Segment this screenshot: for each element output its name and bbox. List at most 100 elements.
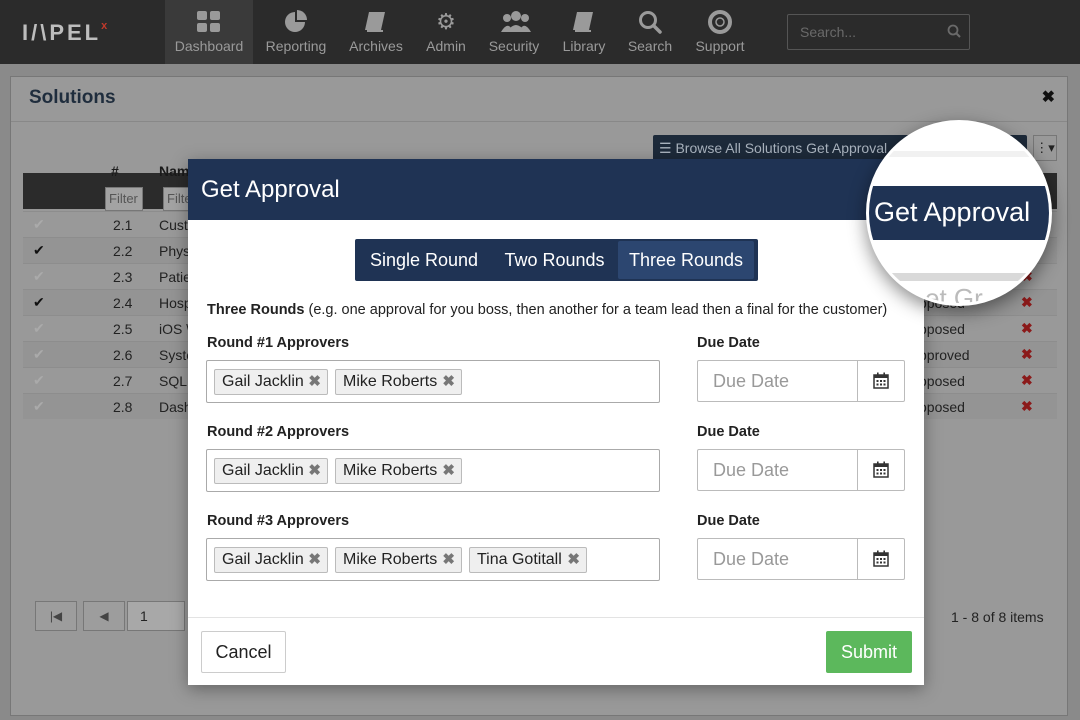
approver-tag: Mike Roberts ✖ (335, 547, 462, 573)
first-page-button[interactable]: |◀ (35, 601, 77, 631)
approver-name: Gail Jacklin (222, 373, 304, 390)
delete-icon[interactable]: ✖ (1021, 320, 1033, 337)
search-input[interactable] (788, 15, 938, 49)
book-icon (571, 10, 597, 34)
checkmark-faint-icon[interactable]: ✔ (33, 372, 45, 389)
due-date-input[interactable] (698, 361, 858, 401)
book-icon (363, 10, 389, 34)
checkmark-faint-icon[interactable]: ✔ (33, 398, 45, 415)
magnifier-grey-band (869, 273, 1049, 281)
approver-tag: Mike Roberts ✖ (335, 458, 462, 484)
approver-name: Mike Roberts (343, 462, 438, 479)
nav-label: Search (627, 38, 673, 54)
remove-icon[interactable]: ✖ (308, 459, 321, 483)
search-icon[interactable] (947, 24, 961, 41)
rounds-toggle: Single Round Two Rounds Three Rounds (355, 239, 758, 281)
column-header-number[interactable]: # (111, 163, 119, 179)
approvers-input[interactable]: Gail Jacklin ✖ Mike Roberts ✖ (206, 360, 660, 403)
approver-tag: Gail Jacklin ✖ (214, 369, 328, 395)
row-status: oposed (919, 321, 965, 337)
modal-header: Get Approval (188, 159, 924, 220)
nav-label: Library (562, 38, 606, 54)
row-name: iOS \ (159, 321, 191, 337)
checkmark-faint-icon[interactable]: ✔ (33, 268, 45, 285)
modal-title: Get Approval (201, 176, 340, 203)
checkmark-icon[interactable]: ✔ (33, 242, 45, 259)
approver-name: Tina Gotitall (477, 551, 562, 568)
magnifier-text: Get Approval (874, 197, 1031, 227)
checkmark-faint-icon[interactable]: ✔ (33, 216, 45, 233)
submit-button[interactable]: Submit (826, 631, 912, 673)
nav-label: Support (695, 38, 745, 54)
top-navbar: I/\PELx Dashboard Reporting Archives ⚙ A… (0, 0, 1080, 64)
approver-tag: Gail Jacklin ✖ (214, 547, 328, 573)
due-date-label: Due Date (697, 424, 760, 440)
checkmark-icon[interactable]: ✔ (33, 294, 45, 311)
delete-icon[interactable]: ✖ (1021, 346, 1033, 363)
cancel-button[interactable]: Cancel (201, 631, 286, 673)
nav-item-dashboard[interactable]: Dashboard (165, 0, 253, 64)
due-date-label: Due Date (697, 335, 760, 351)
prev-page-button[interactable]: ◀ (83, 601, 125, 631)
tab-two-rounds[interactable]: Two Rounds (491, 241, 618, 279)
nav-search (787, 14, 970, 50)
tab-three-rounds[interactable]: Three Rounds (618, 241, 754, 279)
divider (11, 121, 1067, 122)
delete-icon[interactable]: ✖ (1021, 372, 1033, 389)
row-name: Hosp (159, 295, 192, 311)
remove-icon[interactable]: ✖ (308, 370, 321, 394)
page-input[interactable]: 1 (127, 601, 185, 631)
description-text: (e.g. one approval for you boss, then an… (304, 302, 888, 318)
row-name: Phys (159, 243, 191, 259)
close-icon[interactable]: ✖ (1042, 87, 1055, 107)
nav-item-support[interactable]: Support (679, 0, 761, 64)
calendar-icon[interactable] (857, 539, 904, 579)
row-status: oposed (919, 399, 965, 415)
round-label: Round #2 Approvers (207, 424, 350, 440)
delete-icon[interactable]: ✖ (1021, 398, 1033, 415)
magnifier-ghost-text: et Gr (925, 283, 983, 306)
checkmark-faint-icon[interactable]: ✔ (33, 320, 45, 337)
approver-name: Mike Roberts (343, 551, 438, 568)
approver-name: Gail Jacklin (222, 462, 304, 479)
nav-item-reporting[interactable]: Reporting (255, 0, 337, 64)
approver-tag: Gail Jacklin ✖ (214, 458, 328, 484)
filter-input-number[interactable]: Filter (105, 187, 143, 211)
due-date-input[interactable] (698, 539, 858, 579)
remove-icon[interactable]: ✖ (308, 548, 321, 572)
magnifier-callout: Get Approval et Gr (866, 120, 1052, 306)
row-name: Cust (159, 217, 188, 233)
logo-mark: x (101, 20, 111, 32)
gear-icon: ⚙ (436, 9, 456, 34)
delete-icon[interactable]: ✖ (1021, 294, 1033, 311)
description-bold: Three Rounds (207, 302, 305, 318)
logo-text: I/\PEL (22, 20, 102, 45)
nav-label: Dashboard (174, 38, 244, 54)
approver-name: Gail Jacklin (222, 551, 304, 568)
row-status: pproved (919, 347, 970, 363)
due-date-input[interactable] (698, 450, 858, 490)
approvers-input[interactable]: Gail Jacklin ✖ Mike Roberts ✖ (206, 449, 660, 492)
remove-icon[interactable]: ✖ (442, 370, 455, 394)
row-number: 2.6 (113, 347, 133, 363)
nav-label: Admin (426, 38, 466, 54)
magnifier-shadow-band (869, 151, 1049, 157)
due-date-label: Due Date (697, 513, 760, 529)
nav-label: Reporting (265, 38, 327, 54)
row-number: 2.8 (113, 399, 133, 415)
remove-icon[interactable]: ✖ (442, 459, 455, 483)
row-number: 2.3 (113, 269, 133, 285)
remove-icon[interactable]: ✖ (442, 548, 455, 572)
tab-single-round[interactable]: Single Round (357, 241, 491, 279)
row-status: oposed (919, 373, 965, 389)
calendar-icon[interactable] (857, 361, 904, 401)
panel-title: Solutions (29, 87, 116, 108)
checkmark-faint-icon[interactable]: ✔ (33, 346, 45, 363)
approvers-input[interactable]: Gail Jacklin ✖ Mike Roberts ✖ Tina Gotitall ✖ (206, 538, 660, 581)
remove-icon[interactable]: ✖ (567, 548, 580, 572)
pie-chart-icon (283, 10, 309, 34)
rounds-description: Three Rounds (e.g. one approval for you … (207, 302, 887, 318)
kebab-menu-icon[interactable]: ⋮▾ (1033, 135, 1057, 161)
calendar-icon[interactable] (857, 450, 904, 490)
footer-divider (188, 617, 924, 618)
